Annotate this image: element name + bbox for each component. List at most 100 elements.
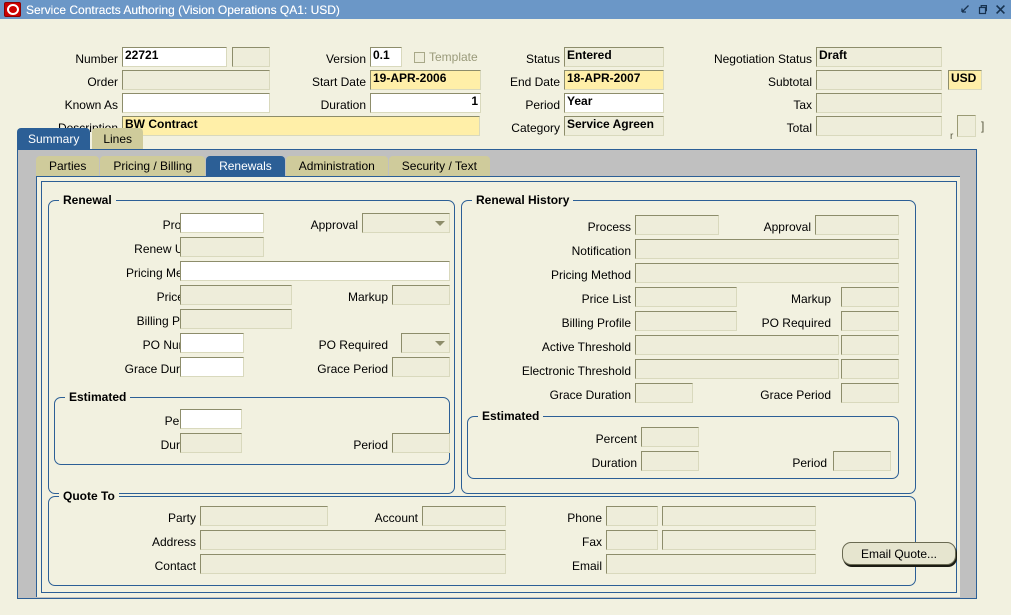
quote-to-group: Quote To Party Account Address Contact P… <box>48 489 956 586</box>
template-checkbox-box[interactable] <box>414 51 425 63</box>
number-secondary-input[interactable] <box>232 47 270 67</box>
history-po-required-input[interactable] <box>841 311 899 331</box>
quote-address-input[interactable] <box>200 530 506 550</box>
close-icon[interactable] <box>995 4 1006 15</box>
order-input[interactable] <box>122 70 270 90</box>
start-date-input[interactable]: 19-APR-2006 <box>370 70 481 90</box>
history-grace-period-label: Grace Period <box>760 388 831 402</box>
history-process-input[interactable] <box>635 215 719 235</box>
known-as-label: Known As <box>64 98 118 112</box>
email-quote-button[interactable]: Email Quote... <box>842 542 956 565</box>
history-price-list-input[interactable] <box>635 287 737 307</box>
renewal-estimated-percent-input[interactable] <box>180 409 242 429</box>
total-input[interactable] <box>816 116 942 136</box>
renewal-markup-input[interactable] <box>392 285 450 305</box>
window-controls <box>959 4 1006 15</box>
renewal-price-list-input[interactable] <box>180 285 292 305</box>
total-detail-button[interactable] <box>957 115 976 137</box>
history-electronic-threshold-label: Electronic Threshold <box>521 364 631 378</box>
history-notification-input[interactable] <box>635 239 899 259</box>
renewal-grace-duration-input[interactable] <box>180 357 244 377</box>
history-estimated-percent-input[interactable] <box>641 427 699 447</box>
secondary-tabs: Parties Pricing / Billing Renewals Admin… <box>36 156 491 176</box>
currency-input[interactable]: USD <box>948 70 982 90</box>
start-date-label: Start Date <box>311 75 366 89</box>
template-checkbox[interactable]: Template <box>414 50 478 64</box>
tab-security-text[interactable]: Security / Text <box>388 156 490 176</box>
renewal-po-number-input[interactable] <box>180 333 244 353</box>
history-markup-input[interactable] <box>841 287 899 307</box>
tab-pricing-billing[interactable]: Pricing / Billing <box>100 156 206 176</box>
quote-contact-input[interactable] <box>200 554 506 574</box>
renewal-approval-dropdown[interactable] <box>362 213 450 233</box>
renewal-estimated-duration-input[interactable] <box>180 433 242 453</box>
history-estimated-duration-input[interactable] <box>641 451 699 471</box>
chevron-down-icon <box>435 221 445 226</box>
description-input[interactable]: BW Contract <box>122 116 480 136</box>
quote-party-input[interactable] <box>200 506 328 526</box>
quote-account-input[interactable] <box>422 506 506 526</box>
duration-label: Duration <box>320 98 366 112</box>
negotiation-status-label: Negotiation Status <box>713 52 812 66</box>
number-label: Number <box>75 52 118 66</box>
contract-header: Number 22721 Order Known As Description … <box>0 19 1011 142</box>
minimize-icon[interactable] <box>959 4 970 15</box>
renewal-markup-label: Markup <box>347 290 388 304</box>
history-active-threshold-input[interactable] <box>635 335 839 355</box>
quote-account-label: Account <box>374 511 418 525</box>
history-po-required-label: PO Required <box>761 316 831 330</box>
quote-email-input[interactable] <box>606 554 816 574</box>
status-label: Status <box>525 52 560 66</box>
history-electronic-threshold-uom-input[interactable] <box>841 359 899 379</box>
renewal-group-content: Process Approval Renew Up To Pricing Met… <box>48 200 455 494</box>
tab-summary[interactable]: Summary <box>17 128 91 149</box>
history-billing-profile-input[interactable] <box>635 311 737 331</box>
history-grace-period-input[interactable] <box>841 383 899 403</box>
renewal-estimated-period-input[interactable] <box>392 433 450 453</box>
negotiation-status-input[interactable]: Draft <box>816 47 942 67</box>
subtotal-label: Subtotal <box>767 75 812 89</box>
renewals-panel-frame: Renewal Process Approval Renew Up To Pri… <box>41 181 957 593</box>
period-input[interactable]: Year <box>564 93 664 113</box>
oracle-logo-icon <box>4 2 21 17</box>
renewal-billing-profile-input[interactable] <box>180 309 292 329</box>
known-as-input[interactable] <box>122 93 270 113</box>
quote-fax-number-input[interactable] <box>662 530 816 550</box>
duration-input[interactable]: 1 <box>370 93 481 113</box>
subtotal-input[interactable] <box>816 70 942 90</box>
application-window: Service Contracts Authoring (Vision Oper… <box>0 0 1011 615</box>
quote-phone-label: Phone <box>567 511 602 525</box>
quote-fax-area-input[interactable] <box>606 530 658 550</box>
bracket-right: ] <box>981 119 985 133</box>
number-input[interactable]: 22721 <box>122 47 227 67</box>
history-estimated-duration-label: Duration <box>591 456 637 470</box>
end-date-input[interactable]: 18-APR-2007 <box>564 70 664 90</box>
tab-lines[interactable]: Lines <box>92 128 144 149</box>
quote-phone-area-input[interactable] <box>606 506 658 526</box>
renewals-panel: Renewal Process Approval Renew Up To Pri… <box>36 176 960 597</box>
history-approval-input[interactable] <box>815 215 899 235</box>
quote-contact-label: Contact <box>154 559 196 573</box>
tax-input[interactable] <box>816 93 942 113</box>
renewal-po-required-label: PO Required <box>318 338 388 352</box>
category-input[interactable]: Service Agreen <box>564 116 664 136</box>
history-electronic-threshold-input[interactable] <box>635 359 839 379</box>
history-grace-duration-input[interactable] <box>635 383 693 403</box>
history-estimated-period-input[interactable] <box>833 451 891 471</box>
history-active-threshold-uom-input[interactable] <box>841 335 899 355</box>
tab-administration[interactable]: Administration <box>285 156 388 176</box>
renewal-po-required-dropdown[interactable] <box>401 333 450 353</box>
quote-phone-number-input[interactable] <box>662 506 816 526</box>
tab-parties[interactable]: Parties <box>36 156 100 176</box>
renewal-grace-period-input[interactable] <box>392 357 450 377</box>
tab-renewals[interactable]: Renewals <box>206 156 285 176</box>
total-label: Total <box>786 121 812 135</box>
version-input[interactable]: 0.1 <box>370 47 402 67</box>
renewal-process-input[interactable] <box>180 213 264 233</box>
status-input[interactable]: Entered <box>564 47 664 67</box>
restore-icon[interactable] <box>977 4 988 15</box>
window-titlebar: Service Contracts Authoring (Vision Oper… <box>0 0 1011 19</box>
renewal-pricing-method-input[interactable] <box>180 261 450 281</box>
history-pricing-method-input[interactable] <box>635 263 899 283</box>
renewal-renew-up-to-input[interactable] <box>180 237 264 257</box>
